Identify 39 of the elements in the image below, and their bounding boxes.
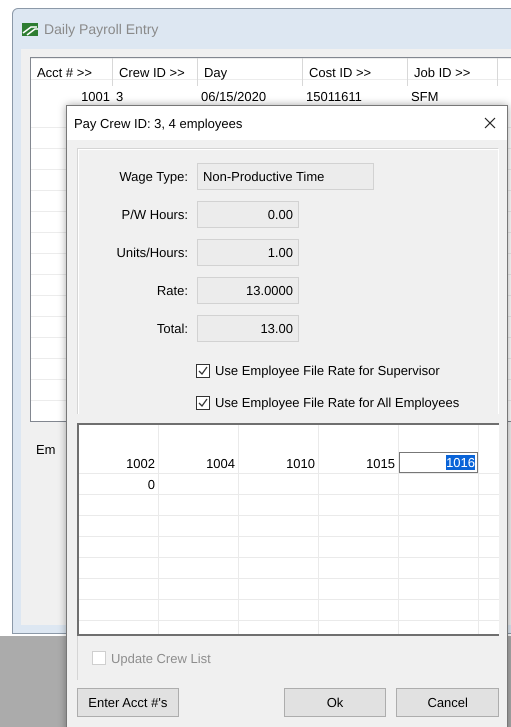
cell-editor[interactable]: 1016 — [399, 452, 478, 473]
field-label: P/W Hours: — [120, 207, 188, 222]
checkbox[interactable] — [196, 396, 210, 410]
table-cell: 1004 — [206, 456, 235, 471]
field-label: Em — [36, 442, 56, 457]
readonly-field: 13.0000 — [197, 277, 299, 304]
column-header[interactable]: Cost ID >> — [309, 64, 372, 80]
readonly-field: 13.00 — [197, 315, 299, 342]
table-cell: 1002 — [126, 456, 155, 471]
table-cell: SFM — [411, 89, 438, 104]
column-header[interactable]: Day — [204, 64, 228, 80]
readonly-field: 0.00 — [197, 201, 299, 228]
readonly-field: 1.00 — [197, 239, 299, 266]
table-cell: 1015 — [366, 456, 395, 471]
checkbox-label: Update Crew List — [111, 650, 211, 666]
checkbox-label: Use Employee File Rate for All Employees — [215, 395, 460, 410]
table-cell: 3 — [116, 89, 124, 104]
table-cell: 1001 — [81, 89, 110, 104]
dialog-button[interactable]: Cancel — [396, 688, 500, 717]
readonly-field: Non-Productive Time — [197, 163, 374, 190]
field-label: Total: — [156, 321, 188, 336]
window-title: Daily Payroll Entry — [44, 21, 158, 37]
table-cell: 15011611 — [306, 89, 362, 104]
close-icon — [484, 117, 496, 129]
checkbox-label: Use Employee File Rate for Supervisor — [215, 363, 440, 378]
dialog-button[interactable]: Enter Acct #'s — [77, 688, 179, 717]
column-header[interactable]: Job ID >> — [414, 64, 470, 80]
field-label: Wage Type: — [118, 169, 188, 184]
dialog-button[interactable]: Ok — [284, 688, 386, 717]
column-header[interactable]: Acct # >> — [37, 64, 92, 80]
app-icon — [22, 22, 38, 36]
column-header[interactable]: Crew ID >> — [119, 64, 185, 80]
table-cell: 0 — [148, 477, 155, 492]
field-label: Rate: — [156, 283, 188, 298]
field-label: Units/Hours: — [115, 245, 188, 260]
dialog-title: Pay Crew ID: 3, 4 employees — [74, 116, 242, 130]
checkbox[interactable] — [196, 364, 210, 378]
table-cell: 1010 — [286, 456, 315, 471]
table-cell: 06/15/2020 — [201, 89, 266, 104]
